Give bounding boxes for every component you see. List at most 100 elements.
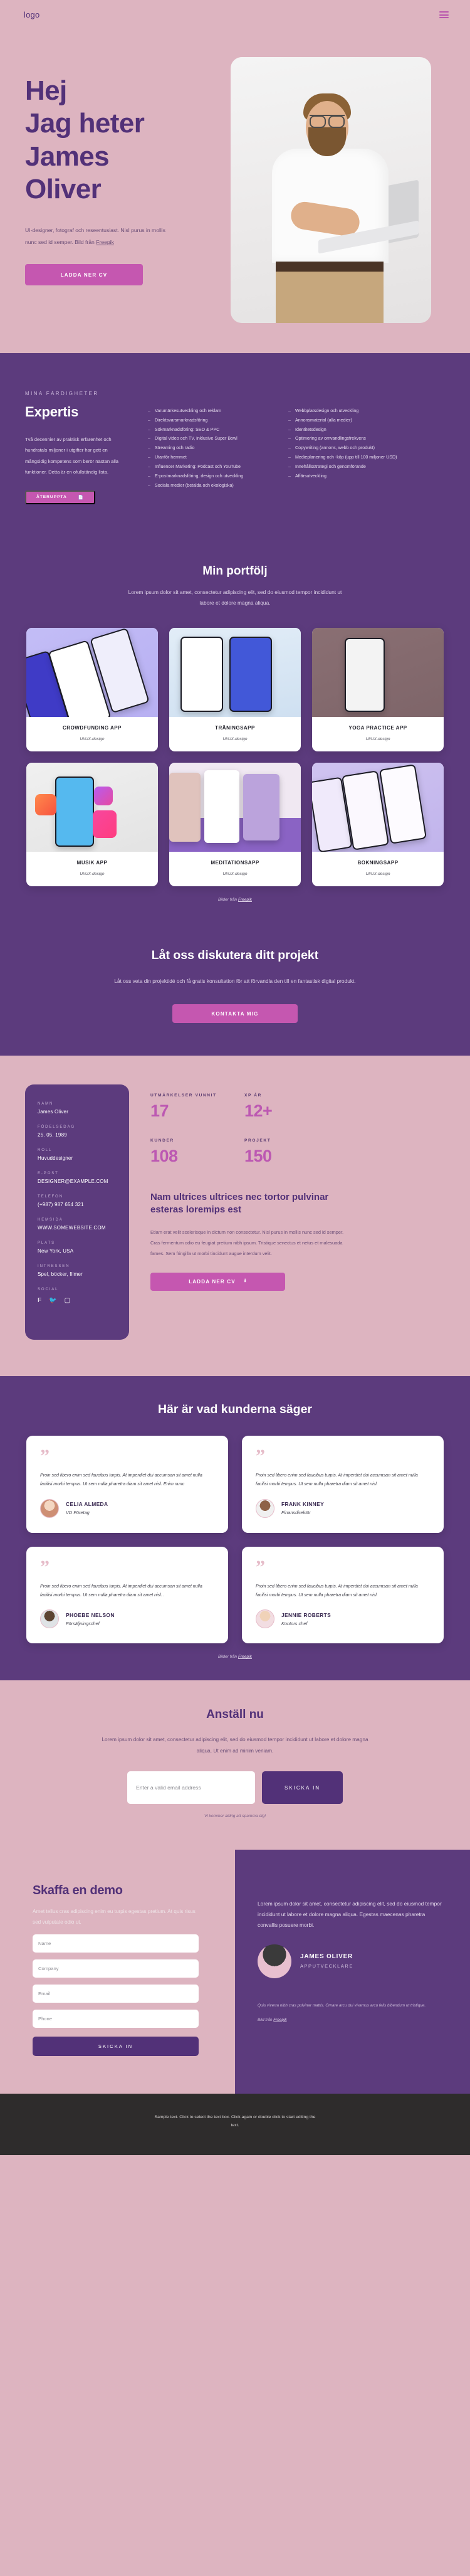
- portfolio-card-meta: UI/UX-design: [365, 872, 390, 877]
- expertise-list-item: Direktsvarsmarknadsföring: [148, 416, 279, 425]
- company-input[interactable]: [33, 1959, 199, 1978]
- freepik-link[interactable]: Freepik: [96, 239, 114, 245]
- newsletter-submit-button[interactable]: SKICKA IN: [262, 1771, 343, 1805]
- vcard-label: E-POST: [38, 1172, 59, 1176]
- freepik-link[interactable]: Freepik: [238, 898, 252, 902]
- vcard-value: James Oliver: [38, 1109, 69, 1115]
- quote-icon: ”: [40, 1446, 50, 1467]
- demo-person-role: APPUTVECKLARE: [300, 1963, 353, 1969]
- hire-now-section: Anställ nu Lorem ipsum dolor sit amet, c…: [0, 1680, 470, 1850]
- freepik-link[interactable]: Freepik: [273, 2018, 286, 2022]
- hero-section: logo Hej Jag heter James Oliver UI-desig…: [0, 0, 470, 353]
- testimonial-role: Kontors chef: [281, 1620, 308, 1626]
- hero-title-line-4: Oliver: [25, 174, 102, 205]
- freepik-link[interactable]: Freepik: [238, 1655, 252, 1659]
- expertise-list-item: Webbplatsdesign och utveckling: [288, 407, 424, 416]
- stat-label: UTMÄRKELSER VUNNIT: [150, 1093, 217, 1098]
- testimonial-card: ” Proin sed libero enim sed faucibus tur…: [242, 1436, 444, 1533]
- hero-subtitle: UI-designer, fotograf och reseentusiast.…: [25, 225, 175, 248]
- portfolio-title: Min portfölj: [202, 564, 268, 578]
- contact-me-button[interactable]: KONTAKTA MIG: [172, 1004, 298, 1024]
- facebook-icon[interactable]: F: [38, 1298, 41, 1304]
- stat-value: 12+: [244, 1101, 273, 1121]
- vcard-value: New York, USA: [38, 1248, 74, 1254]
- portfolio-card[interactable]: CROWDFUNDING APP UI/UX-design: [26, 628, 158, 752]
- demo-paragraph: Amet tellus cras adipiscing enim eu turp…: [33, 1909, 196, 1925]
- portfolio-thumbnail: [312, 628, 444, 718]
- demo-person-name: JAMES OLIVER: [300, 1953, 353, 1961]
- stat-item: UTMÄRKELSER VUNNIT 17: [150, 1093, 244, 1121]
- expertise-list-item: Streaming och radio: [148, 444, 279, 453]
- resume-button-label: ÅTERUPPTA: [36, 495, 67, 500]
- testimonial-card: ” Proin sed libero enim sed faucibus tur…: [242, 1546, 444, 1644]
- download-icon: ⭳: [244, 1278, 247, 1284]
- portfolio-grid: CROWDFUNDING APP UI/UX-design TRÄNINGSAP…: [0, 609, 470, 887]
- top-bar: logo: [0, 0, 470, 19]
- expertise-list-column-2: Webbplatsdesign och utvecklingAnnonsmate…: [279, 391, 424, 504]
- portfolio-card[interactable]: TRÄNINGSAPP UI/UX-design: [169, 628, 301, 752]
- email-input[interactable]: [127, 1771, 255, 1805]
- portfolio-card[interactable]: BOKNINGSAPP UI/UX-design: [312, 763, 444, 887]
- stat-item: KUNDER 108: [150, 1138, 244, 1166]
- expertise-list-item: Influencer Marketing: Podcast och YouTub…: [148, 463, 279, 472]
- vcard-row: HEMSIDA WWW.SOMEWEBSITE.COM: [38, 1218, 117, 1231]
- testimonials-title: Här är vad kunderna säger: [157, 1402, 313, 1417]
- portfolio-card-meta: UI/UX-design: [222, 737, 248, 742]
- email-input[interactable]: [33, 1985, 199, 2003]
- portfolio-card-meta: UI/UX-design: [80, 737, 105, 742]
- testimonials-section: Här är vad kunderna säger ” Proin sed li…: [0, 1376, 470, 1681]
- hero-title-line-1: Hej: [25, 75, 67, 106]
- stat-value: 150: [244, 1147, 272, 1166]
- hire-note: Vi kommer aldrig att spamma dig!: [204, 1814, 266, 1819]
- stat-label: PROJEKT: [244, 1138, 271, 1143]
- portfolio-card[interactable]: MEDITATIONSAPP UI/UX-design: [169, 763, 301, 887]
- expertise-list-2: Webbplatsdesign och utvecklingAnnonsmate…: [288, 407, 424, 481]
- vcard-label: INTRESSEN: [38, 1264, 70, 1269]
- footer: Sample text. Click to select the text bo…: [0, 2094, 470, 2155]
- resume-button[interactable]: ÅTERUPPTA 📄: [25, 490, 95, 504]
- portfolio-card[interactable]: YOGA PRACTICE APP UI/UX-design: [312, 628, 444, 752]
- quote-icon: ”: [256, 1446, 265, 1467]
- hamburger-icon[interactable]: [439, 11, 449, 18]
- quote-icon: ”: [256, 1556, 265, 1577]
- testimonial-role: Försäljningschef: [66, 1620, 100, 1626]
- expertise-eyebrow: MINA FÄRDIGHETER: [25, 391, 99, 396]
- expertise-list-item: Copywriting (annons, webb och produkt): [288, 444, 424, 453]
- details-title: Nam ultrices ultrices nec tortor pulvina…: [150, 1192, 329, 1216]
- expertise-list-item: Varumärkesutveckling och reklam: [148, 407, 279, 416]
- portfolio-card-title: YOGA PRACTICE APP: [348, 725, 407, 731]
- testimonial-name: PHOEBE NELSON: [66, 1611, 115, 1618]
- vcard-row: E-POST DESIGNER@EXAMPLE.COM: [38, 1172, 117, 1184]
- newsletter-form: SKICKA IN: [0, 1771, 470, 1805]
- vcard-social-label: SOCIAL: [38, 1288, 59, 1292]
- portfolio-subtitle: Lorem ipsum dolor sit amet, consectetur …: [128, 588, 342, 607]
- hire-paragraph: Lorem ipsum dolor sit amet, consectetur …: [102, 1736, 368, 1754]
- vcard-label: HEMSIDA: [38, 1218, 63, 1222]
- vcard-row: TELEFON (+987) 987 654 321: [38, 1195, 117, 1207]
- demo-credit: Bild från Freepik: [258, 2018, 445, 2022]
- instagram-icon[interactable]: ▢: [65, 1298, 70, 1304]
- portfolio-card-meta: UI/UX-design: [80, 872, 105, 877]
- twitter-icon[interactable]: 🐦: [49, 1298, 56, 1304]
- vcard-label: PLATS: [38, 1241, 56, 1246]
- vcard-value: DESIGNER@EXAMPLE.COM: [38, 1179, 108, 1185]
- testimonial-quote: Proin sed libero enim sed faucibus turpi…: [256, 1583, 418, 1598]
- portfolio-card[interactable]: MUSIK APP UI/UX-design: [26, 763, 158, 887]
- testimonial-name: CELIA ALMEDA: [66, 1501, 108, 1508]
- portfolio-card-title: CROWDFUNDING APP: [63, 725, 122, 731]
- phone-input[interactable]: [33, 2010, 199, 2028]
- download-cv-button[interactable]: LADDA NER CV: [25, 264, 143, 286]
- vcard-value: WWW.SOMEWEBSITE.COM: [38, 1225, 106, 1231]
- site-logo[interactable]: logo: [24, 10, 39, 19]
- expertise-list-item: Sökmarknadsföring: SEO & PPC: [148, 426, 279, 435]
- name-input[interactable]: [33, 1934, 199, 1953]
- testimonial-name: JENNIE ROBERTS: [281, 1611, 332, 1618]
- document-icon: 📄: [78, 495, 85, 500]
- hero-title-line-3: James: [25, 140, 110, 172]
- avatar: [256, 1609, 274, 1629]
- portfolio-card-meta: UI/UX-design: [365, 737, 390, 742]
- download-cv-button-secondary[interactable]: LADDA NER CV ⭳: [150, 1272, 285, 1291]
- demo-credit-text: Bild från: [258, 2017, 274, 2022]
- portfolio-card-title: MUSIK APP: [76, 860, 108, 866]
- demo-submit-button[interactable]: SKICKA IN: [33, 2037, 199, 2057]
